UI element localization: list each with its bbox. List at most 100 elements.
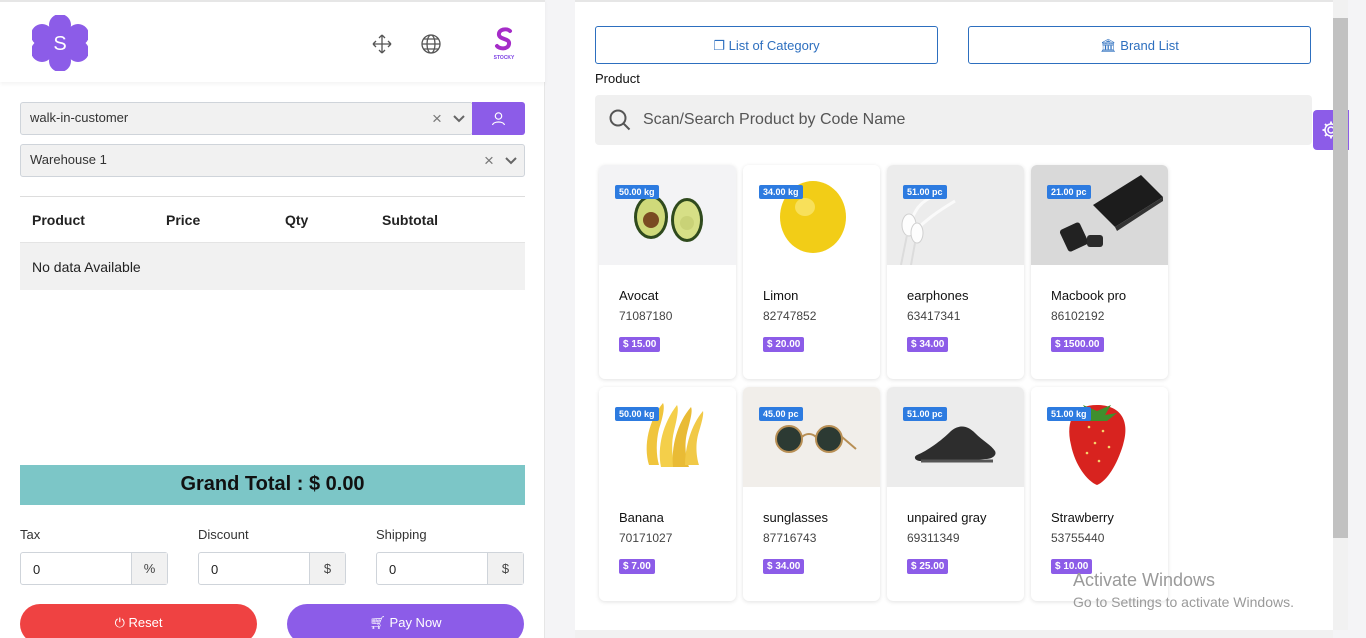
grand-total: Grand Total : $ 0.00 [20,465,525,505]
price-badge: $ 7.00 [619,559,655,574]
chevron-down-icon[interactable] [504,154,518,168]
product-code: 87716743 [763,531,817,545]
price-badge: $ 1500.00 [1051,337,1104,352]
stock-badge: 50.00 kg [615,407,659,421]
clear-customer-icon[interactable]: × [432,109,442,129]
discount-unit: $ [309,553,345,584]
product-name: Avocat [619,288,659,303]
power-icon: ⏻ [114,615,129,630]
reset-label: Reset [128,615,163,630]
discount-input[interactable]: 0 $ [198,552,346,585]
fullscreen-icon[interactable] [371,33,393,55]
avocado-image [599,165,736,265]
stock-badge: 50.00 kg [615,185,659,199]
warehouse-value: Warehouse 1 [30,152,107,167]
product-code: 69311349 [907,531,960,545]
product-code: 63417341 [907,309,961,323]
col-product: Product [32,212,85,228]
lemon-image [743,165,880,265]
stocky-logo-icon [495,27,512,51]
stock-badge: 21.00 pc [1047,185,1091,199]
product-card-banana[interactable]: 50.00 kg Banana 70171027 $ 7.00 [599,387,736,601]
price-badge: $ 20.00 [763,337,805,352]
shipping-value[interactable]: 0 [389,562,396,577]
shipping-unit: $ [487,553,523,584]
product-card-sunglasses[interactable]: 45.00 pc sunglasses 87716743 $ 34.00 [743,387,880,601]
logo-letter: S [53,33,66,55]
globe-icon[interactable] [420,33,442,55]
shipping-label: Shipping [376,527,427,542]
product-code: 70171027 [619,531,673,545]
stock-badge: 51.00 pc [903,185,947,199]
empty-cart-message: No data Available [20,242,525,290]
warehouse-select[interactable]: Warehouse 1 × [20,144,525,177]
pos-screen: S STOCKY walk-in-customer × Warehouse 1 … [0,0,1366,638]
windows-activation-watermark: Activate Windows Go to Settings to activ… [1073,570,1294,610]
add-customer-button[interactable] [472,102,525,135]
stock-badge: 51.00 kg [1047,407,1091,421]
watermark-subtitle: Go to Settings to activate Windows. [1073,594,1294,610]
category-icon: ❐ [713,38,729,53]
col-qty: Qty [285,212,309,228]
tax-unit: % [131,553,167,584]
list-of-category-button[interactable]: ❐ List of Category [595,26,938,64]
product-name: Limon [763,288,799,303]
chevron-down-icon[interactable] [452,112,466,126]
customer-select[interactable]: walk-in-customer × [20,102,473,135]
reset-button[interactable]: ⏻ Reset [20,604,257,638]
search-icon [609,109,631,131]
product-card-macbook-pro[interactable]: 21.00 pc Macbook pro 86102192 $ 1500.00 [1031,165,1168,379]
product-card-avocat[interactable]: 50.00 kg Avocat 71087180 $ 15.00 [599,165,736,379]
discount-value[interactable]: 0 [211,562,218,577]
sunglasses-image [743,387,880,487]
cart-icon: 🛒︎ [369,615,390,630]
cart-panel: S STOCKY walk-in-customer × Warehouse 1 … [0,0,545,638]
scrollbar-thumb[interactable] [1333,18,1348,538]
product-card-unpaired-gray[interactable]: 51.00 pc unpaired gray 69311349 $ 25.00 [887,387,1024,601]
stock-badge: 51.00 pc [903,407,947,421]
product-code: 86102192 [1051,309,1105,323]
product-name: Strawberry [1051,510,1114,525]
product-search-input[interactable]: Scan/Search Product by Code Name [595,95,1312,145]
shipping-input[interactable]: 0 $ [376,552,524,585]
pay-now-button[interactable]: 🛒︎ Pay Now [287,604,524,638]
clear-warehouse-icon[interactable]: × [484,151,494,171]
category-label: List of Category [728,38,820,53]
product-name: sunglasses [763,510,829,525]
app-logo[interactable]: S [32,15,88,71]
top-bar: S STOCKY [0,0,545,82]
price-badge: $ 25.00 [907,559,949,574]
tax-label: Tax [20,527,41,542]
product-card-limon[interactable]: 34.00 kg Limon 82747852 $ 20.00 [743,165,880,379]
col-price: Price [166,212,201,228]
brand-badge: STOCKY [493,55,515,61]
tax-input[interactable]: 0 % [20,552,168,585]
earphones-image [887,165,1024,265]
product-card-strawberry[interactable]: 51.00 kg Strawberry 53755440 $ 10.00 [1031,387,1168,601]
brand-list-button[interactable]: 🏛︎ Brand List [968,26,1311,64]
stock-badge: 45.00 pc [759,407,803,421]
macbook-image [1031,165,1168,265]
product-name: unpaired gray [907,510,987,525]
stock-badge: 34.00 kg [759,185,803,199]
product-name: Banana [619,510,664,525]
discount-label: Discount [198,527,249,542]
price-badge: $ 34.00 [763,559,805,574]
pay-label: Pay Now [389,615,442,630]
product-code: 82747852 [763,309,817,323]
user-avatar[interactable]: STOCKY [490,26,518,62]
product-card-earphones[interactable]: 51.00 pc earphones 63417341 $ 34.00 [887,165,1024,379]
banana-image [599,387,736,487]
brand-icon: 🏛︎ [1100,38,1121,53]
customer-value: walk-in-customer [30,110,129,125]
watermark-title: Activate Windows [1073,570,1216,590]
search-placeholder: Scan/Search Product by Code Name [643,111,906,128]
cart-table-header: Product Price Qty Subtotal [20,196,525,242]
tax-value[interactable]: 0 [33,562,40,577]
price-badge: $ 34.00 [907,337,949,352]
horizontal-scrollbar[interactable] [575,630,1333,638]
price-badge: $ 15.00 [619,337,661,352]
product-code: 71087180 [619,309,673,323]
col-subtotal: Subtotal [382,212,438,228]
product-code: 53755440 [1051,531,1105,545]
